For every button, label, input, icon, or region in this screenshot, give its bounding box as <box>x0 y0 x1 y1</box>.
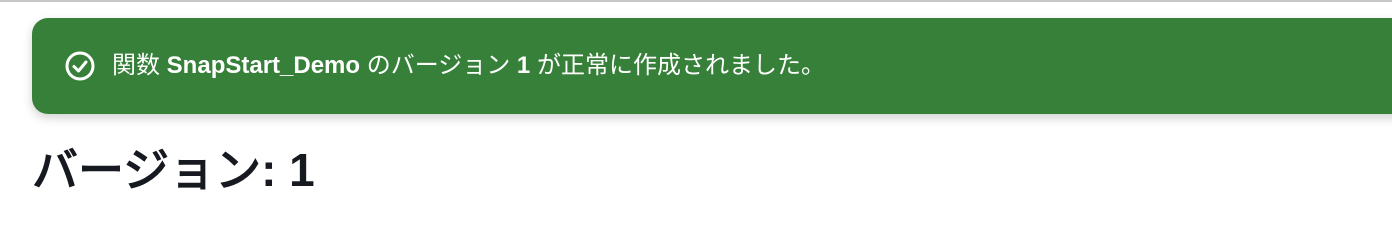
flash-message-middle: のバージョン <box>360 52 517 79</box>
top-divider <box>0 0 1392 2</box>
flash-message-suffix: が正常に作成されました。 <box>530 52 825 79</box>
function-name: SnapStart_Demo <box>166 52 361 79</box>
page-title: バージョン: 1 <box>32 144 315 196</box>
version-number: 1 <box>516 52 531 79</box>
success-flash-banner: 関数 SnapStart_Demo のバージョン 1 が正常に作成されました。 <box>32 18 1392 114</box>
flash-message-prefix: 関数 <box>112 52 167 79</box>
check-circle-icon <box>64 50 96 82</box>
flash-message: 関数 SnapStart_Demo のバージョン 1 が正常に作成されました。 <box>112 50 825 82</box>
